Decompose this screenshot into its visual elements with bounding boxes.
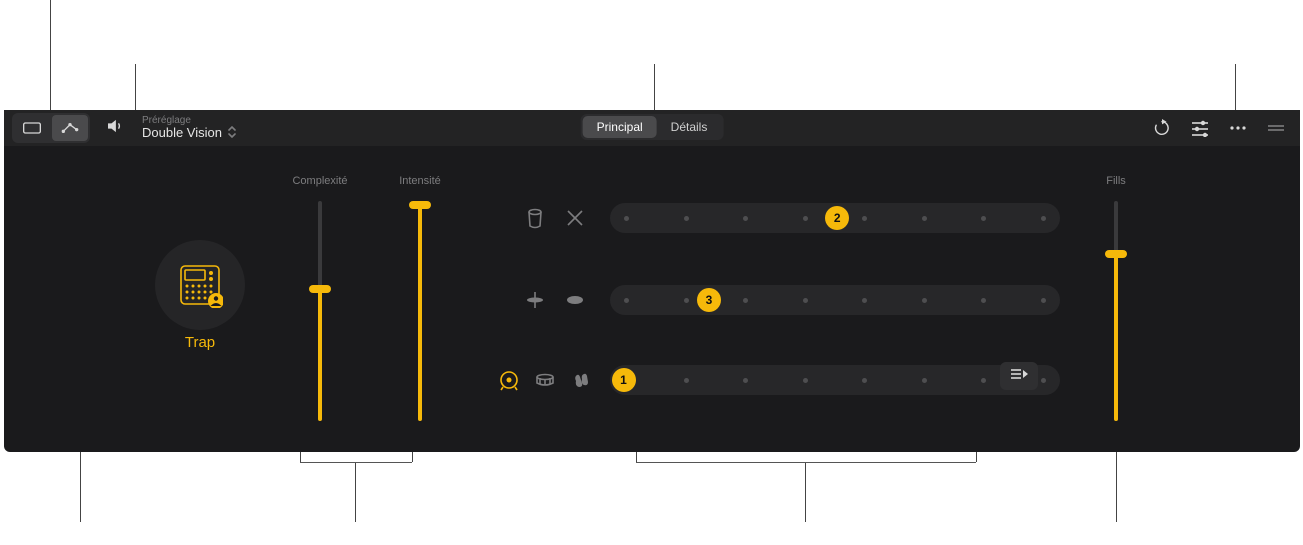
preset-name-text: Double Vision (142, 126, 222, 140)
knob-value: 2 (834, 211, 841, 225)
knob-value: 1 (620, 373, 627, 387)
style-selector[interactable] (155, 240, 245, 330)
callout-leader (50, 0, 51, 110)
callout-leader (1116, 452, 1117, 522)
sticks-icon[interactable] (564, 207, 586, 229)
bracket (636, 462, 976, 463)
settings-button[interactable] (1190, 119, 1210, 137)
snare-icon[interactable] (534, 369, 556, 391)
bracket (300, 462, 412, 463)
refresh-icon (1152, 119, 1172, 137)
intensity-slider[interactable] (418, 201, 422, 421)
fills-slider[interactable] (1114, 201, 1118, 421)
grip-lines-icon (1266, 119, 1286, 137)
pattern-variation-knob[interactable]: 3 (697, 288, 721, 312)
callout-leader (805, 462, 806, 522)
drum-machine-icon (172, 257, 228, 313)
more-horizontal-icon (1228, 119, 1248, 137)
pattern-row-icons (480, 369, 610, 391)
complexity-slider-group: Complexité (290, 175, 350, 421)
pattern-list-button[interactable] (1000, 362, 1038, 390)
callout-leader (135, 64, 136, 110)
drag-handle[interactable] (1266, 119, 1286, 137)
speaker-icon (106, 119, 124, 138)
callout-leader (654, 64, 655, 110)
conga-icon[interactable] (524, 207, 546, 229)
view-mode-segmented (12, 113, 90, 143)
bracket-end (636, 452, 637, 462)
tab-principal[interactable]: Principal (583, 116, 657, 138)
pattern-variation-knob[interactable]: 2 (825, 206, 849, 230)
shaker-icon[interactable] (564, 289, 586, 311)
fills-label: Fills (1086, 175, 1146, 187)
intensity-label: Intensité (390, 175, 450, 187)
style-name-label: Trap (155, 334, 245, 351)
pattern-row-percussion: 2 (500, 200, 1060, 236)
main-details-tabs: Principal Détails (581, 114, 724, 140)
pattern-variation-slider[interactable]: 3 (610, 285, 1060, 315)
complexity-slider[interactable] (318, 201, 322, 421)
chevron-updown-icon (228, 126, 236, 141)
pattern-variation-knob[interactable]: 1 (612, 368, 636, 392)
pattern-variation-slider[interactable]: 2 (610, 203, 1060, 233)
pattern-variation-slider[interactable]: 1 (610, 365, 1060, 395)
preset-label: Préréglage (142, 115, 236, 126)
pattern-row-icons (500, 207, 610, 229)
preset-name: Double Vision (142, 126, 236, 141)
callout-leader (80, 452, 81, 522)
volume-button[interactable] (100, 115, 130, 141)
more-button[interactable] (1228, 119, 1248, 137)
kick-icon[interactable] (498, 369, 520, 391)
knob-value: 3 (706, 293, 713, 307)
intensity-slider-group: Intensité (390, 175, 450, 421)
tab-details[interactable]: Détails (657, 116, 722, 138)
fills-slider-group: Fills (1086, 175, 1146, 421)
view-mode-region-button[interactable] (14, 115, 50, 141)
bracket-end (976, 452, 977, 462)
pattern-row-kicksnare: 1 (480, 362, 1060, 398)
hihat-icon[interactable] (524, 289, 546, 311)
callout-leader (1235, 64, 1236, 110)
list-play-icon (1009, 367, 1029, 386)
topbar-right-controls (1152, 119, 1292, 137)
pattern-row-hihat: 3 (500, 282, 1060, 318)
complexity-label: Complexité (290, 175, 350, 187)
regenerate-button[interactable] (1152, 119, 1172, 137)
pattern-row-icons (500, 289, 610, 311)
bracket-end (300, 452, 301, 462)
bracket-end (412, 452, 413, 462)
callout-leader (355, 462, 356, 522)
editor-topbar: Préréglage Double Vision Principal Détai… (4, 110, 1300, 146)
clap-icon[interactable] (570, 369, 592, 391)
preset-selector[interactable]: Préréglage Double Vision (142, 115, 236, 141)
sliders-icon (1190, 119, 1210, 137)
view-mode-automation-button[interactable] (52, 115, 88, 141)
